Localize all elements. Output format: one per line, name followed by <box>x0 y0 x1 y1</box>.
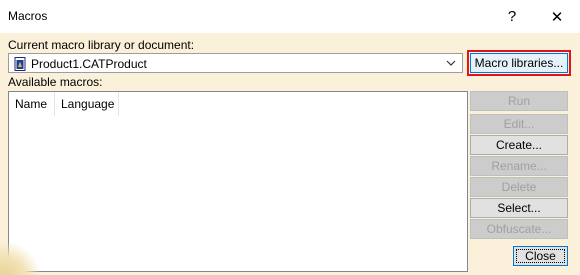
macro-libraries-button[interactable]: Macro libraries... <box>467 50 571 76</box>
library-label: Current macro library or document: <box>8 38 195 52</box>
edit-button[interactable]: Edit... <box>470 114 568 134</box>
dialog-body: Current macro library or document: Produ… <box>0 33 580 275</box>
close-button[interactable]: Close <box>513 246 568 266</box>
delete-button[interactable]: Delete <box>470 177 568 197</box>
close-window-button[interactable]: ✕ <box>537 0 577 33</box>
run-button[interactable]: Run <box>470 91 568 111</box>
create-button[interactable]: Create... <box>470 135 568 155</box>
library-combobox[interactable]: Product1.CATProduct <box>8 53 463 73</box>
background-decoration <box>0 239 40 275</box>
title-bar: Macros ? ✕ <box>0 0 580 33</box>
macros-list[interactable]: Name Language <box>8 91 468 272</box>
available-macros-label: Available macros: <box>8 75 103 89</box>
library-selected-value: Product1.CATProduct <box>31 57 147 71</box>
help-button[interactable]: ? <box>492 0 532 33</box>
rename-button[interactable]: Rename... <box>470 156 568 176</box>
window-title: Macros <box>8 9 48 23</box>
obfuscate-button[interactable]: Obfuscate... <box>470 219 568 239</box>
column-header-language[interactable]: Language <box>55 92 119 116</box>
chevron-down-icon[interactable] <box>445 55 457 71</box>
column-header-name[interactable]: Name <box>9 92 55 116</box>
select-button[interactable]: Select... <box>470 198 568 218</box>
catproduct-document-icon <box>14 57 27 71</box>
